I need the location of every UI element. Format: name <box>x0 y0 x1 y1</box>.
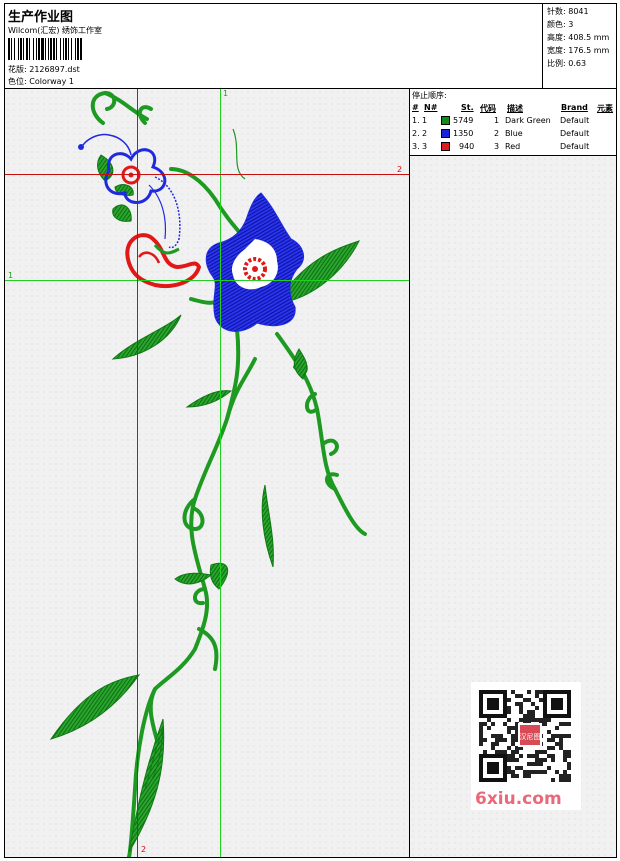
guide-vertical-red <box>137 89 138 857</box>
color-swatch-green <box>441 116 450 125</box>
row-description: Dark Green <box>505 116 551 125</box>
row-stitches: 940 <box>459 142 475 151</box>
company-name: Wilcom(汇宏) 绣饰工作室 <box>8 26 103 35</box>
watermark-logo: 6xiu.com <box>475 789 562 809</box>
guide-vertical-green <box>220 89 221 857</box>
row-number: 1 <box>422 116 428 125</box>
row-description: Red <box>505 142 521 151</box>
right-vine <box>275 332 367 536</box>
row-brand: Default <box>560 129 590 138</box>
design-stats: 针数: 8041 颜色: 3 高度: 408.5 mm 宽度: 176.5 mm… <box>542 4 616 88</box>
stop-row[interactable]: 1. 1 5749 1 Dark Green Default <box>410 116 616 129</box>
col-stitches: St. <box>461 103 474 112</box>
row-index: 3. <box>412 142 420 151</box>
thread-tail <box>232 128 246 180</box>
red-bud <box>125 233 202 288</box>
color-swatch-red <box>441 142 450 151</box>
row-code: 3 <box>494 142 500 151</box>
embroidery-design <box>49 90 367 857</box>
stat-stitches: 针数: 8041 <box>547 7 589 16</box>
row-index: 2. <box>412 129 420 138</box>
row-number: 3 <box>422 142 428 151</box>
colorway: 色位: Colorway 1 <box>8 77 74 86</box>
stat-height: 高度: 408.5 mm <box>547 33 610 42</box>
stat-scale: 比例: 0.63 <box>547 59 587 68</box>
leaves <box>49 154 360 853</box>
col-description: 描述 <box>507 104 523 113</box>
row-number: 2 <box>422 129 428 138</box>
guide-label-v-green: 1 <box>223 89 229 98</box>
guide-horizontal-green <box>5 280 409 281</box>
guide-label-v-red: 2 <box>141 845 147 854</box>
stop-sequence-panel: 停止顺序: # N# St. 代码 描述 Brand 元素 1. 1 5749 … <box>410 89 616 156</box>
row-brand: Default <box>560 116 590 125</box>
stop-row[interactable]: 2. 2 1350 2 Blue Default <box>410 129 616 142</box>
design-file: 花版: 2126897.dst <box>8 65 80 74</box>
col-brand: Brand <box>561 103 588 112</box>
header-info: 生产作业图 Wilcom(汇宏) 绣饰工作室 花版: 2126897.dst 色… <box>5 4 542 88</box>
guide-label-h-red: 2 <box>397 165 403 174</box>
stop-row[interactable]: 3. 3 940 3 Red Default <box>410 142 616 155</box>
col-code: 代码 <box>480 104 496 113</box>
row-code: 2 <box>494 129 500 138</box>
embroidery-preview[interactable]: 1 1 2 2 <box>5 89 410 857</box>
row-stitches: 5749 <box>453 116 474 125</box>
col-element: 元素 <box>597 104 613 113</box>
row-code: 1 <box>494 116 500 125</box>
guide-label-h-green: 1 <box>8 271 14 280</box>
barcode <box>8 38 142 60</box>
row-description: Blue <box>505 129 523 138</box>
row-stitches: 1350 <box>453 129 474 138</box>
guide-horizontal-red <box>5 174 409 175</box>
stat-colors: 颜色: 3 <box>547 20 574 29</box>
col-index: # <box>412 103 419 112</box>
stop-sequence-title: 停止顺序: <box>412 91 447 100</box>
stat-width: 宽度: 176.5 mm <box>547 46 610 55</box>
svg-text:汉尼图: 汉尼图 <box>520 733 541 741</box>
row-index: 1. <box>412 116 420 125</box>
color-swatch-blue <box>441 129 450 138</box>
page-title: 生产作业图 <box>8 10 74 25</box>
row-brand: Default <box>560 142 590 151</box>
col-number: N# <box>424 103 438 112</box>
